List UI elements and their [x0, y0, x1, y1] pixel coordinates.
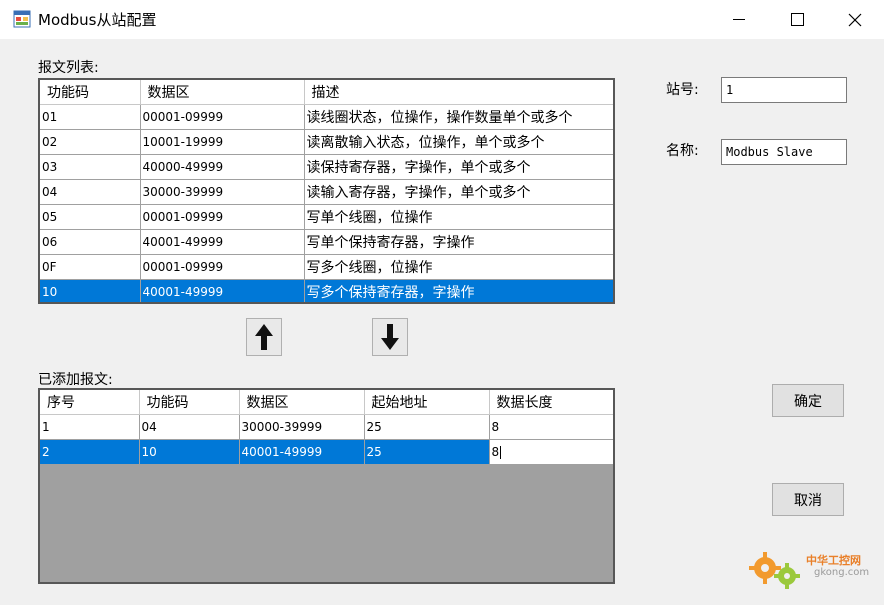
message-range-cell[interactable]: 00001-09999 — [140, 254, 305, 280]
text-caret — [500, 445, 502, 459]
added-length-editor[interactable]: 8 — [492, 445, 500, 459]
station-label: 站号: — [666, 82, 699, 98]
message-row[interactable]: 01 00001-09999 读线圈状态，位操作，操作数量单个或多个 — [40, 104, 613, 130]
message-description-cell[interactable]: 写多个线圈，位操作 — [304, 254, 613, 280]
message-list-label: 报文列表: — [38, 60, 99, 76]
column-header-code[interactable]: 功能码 — [139, 390, 240, 415]
message-row[interactable]: 04 30000-39999 读输入寄存器，字操作，单个或多个 — [40, 179, 613, 205]
message-row[interactable]: 05 00001-09999 写单个线圈，位操作 — [40, 204, 613, 230]
message-row[interactable]: 02 10001-19999 读离散输入状态，位操作，单个或多个 — [40, 129, 613, 155]
message-row[interactable]: 0F 00001-09999 写多个线圈，位操作 — [40, 254, 613, 280]
added-row[interactable]: 1 04 30000-39999 25 8 — [40, 414, 613, 440]
title-bar: Modbus从站配置 — [0, 0, 884, 39]
added-range-cell[interactable]: 40001-49999 — [239, 439, 365, 465]
message-code-cell[interactable]: 05 — [40, 204, 141, 230]
message-range-cell[interactable]: 10001-19999 — [140, 129, 305, 155]
message-description-cell[interactable]: 读离散输入状态，位操作，单个或多个 — [304, 129, 613, 155]
message-row[interactable]: 03 40000-49999 读保持寄存器，字操作，单个或多个 — [40, 154, 613, 180]
message-description-cell[interactable]: 写单个保持寄存器，字操作 — [304, 229, 613, 255]
message-code-cell[interactable]: 04 — [40, 179, 141, 205]
message-list-grid[interactable]: 功能码 数据区 描述 01 00001-09999 读线圈状态，位操作，操作数量单个… — [38, 78, 615, 304]
minimize-icon — [733, 19, 745, 20]
column-header-start-address[interactable]: 起始地址 — [364, 390, 490, 415]
close-button[interactable] — [826, 0, 884, 39]
column-header-range[interactable]: 数据区 — [140, 80, 305, 105]
watermark-url: gkong.com — [814, 567, 870, 578]
message-description-cell[interactable]: 读保持寄存器，字操作，单个或多个 — [304, 154, 613, 180]
added-index-cell[interactable]: 2 — [40, 439, 140, 465]
message-description-cell[interactable]: 读输入寄存器，字操作，单个或多个 — [304, 179, 613, 205]
message-range-cell[interactable]: 40001-49999 — [140, 229, 305, 255]
column-header-description[interactable]: 描述 — [304, 80, 613, 105]
message-code-cell[interactable]: 0F — [40, 254, 141, 280]
maximize-icon — [790, 13, 804, 26]
message-row[interactable]: 06 40001-49999 写单个保持寄存器，字操作 — [40, 229, 613, 255]
minimize-button[interactable] — [710, 0, 768, 39]
message-code-cell[interactable]: 03 — [40, 154, 141, 180]
added-start-cell[interactable]: 25 — [364, 439, 490, 465]
station-input[interactable] — [721, 77, 847, 103]
column-header-index[interactable]: 序号 — [40, 390, 140, 415]
message-description-cell[interactable]: 写单个线圈，位操作 — [304, 204, 613, 230]
message-description-cell[interactable]: 写多个保持寄存器，字操作 — [304, 279, 613, 302]
message-description-cell[interactable]: 读线圈状态，位操作，操作数量单个或多个 — [304, 104, 613, 130]
added-code-cell[interactable]: 10 — [139, 439, 240, 465]
message-code-cell[interactable]: 01 — [40, 104, 141, 130]
message-row[interactable]: 10 40001-49999 写多个保持寄存器，字操作 — [40, 279, 613, 302]
message-code-cell[interactable]: 06 — [40, 229, 141, 255]
app-form-icon — [13, 10, 31, 28]
move-down-button[interactable] — [372, 318, 408, 356]
arrow-down-icon — [381, 324, 399, 350]
added-length-cell[interactable]: 8 — [489, 414, 613, 440]
name-label: 名称: — [666, 143, 699, 159]
ok-button[interactable]: 确定 — [772, 384, 844, 417]
window-title: Modbus从站配置 — [38, 11, 157, 29]
column-header-code[interactable]: 功能码 — [40, 80, 141, 105]
name-input[interactable] — [721, 139, 847, 165]
message-code-cell[interactable]: 02 — [40, 129, 141, 155]
cancel-button[interactable]: 取消 — [772, 483, 844, 516]
added-index-cell[interactable]: 1 — [40, 414, 140, 440]
close-icon — [848, 13, 862, 26]
watermark-title: 中华工控网 — [806, 554, 861, 567]
arrow-up-icon — [255, 324, 273, 350]
message-range-cell[interactable]: 40000-49999 — [140, 154, 305, 180]
added-row[interactable]: 2 10 40001-49999 25 8 — [40, 439, 613, 465]
message-range-cell[interactable]: 00001-09999 — [140, 204, 305, 230]
maximize-button[interactable] — [768, 0, 826, 39]
message-range-cell[interactable]: 00001-09999 — [140, 104, 305, 130]
added-list-label: 已添加报文: — [38, 372, 113, 388]
added-list-grid[interactable]: 序号 功能码 数据区 起始地址 数据长度 1 04 30000-39999 25 8 2 1… — [38, 388, 615, 584]
added-code-cell[interactable]: 04 — [139, 414, 240, 440]
added-start-cell[interactable]: 25 — [364, 414, 490, 440]
added-length-cell[interactable]: 8 — [489, 439, 613, 465]
added-range-cell[interactable]: 30000-39999 — [239, 414, 365, 440]
move-up-button[interactable] — [246, 318, 282, 356]
column-header-length[interactable]: 数据长度 — [489, 390, 613, 415]
message-code-cell[interactable]: 10 — [40, 279, 141, 302]
column-header-range[interactable]: 数据区 — [239, 390, 365, 415]
message-range-cell[interactable]: 30000-39999 — [140, 179, 305, 205]
gkong-logo-icon — [749, 552, 800, 589]
message-range-cell[interactable]: 40001-49999 — [140, 279, 305, 302]
